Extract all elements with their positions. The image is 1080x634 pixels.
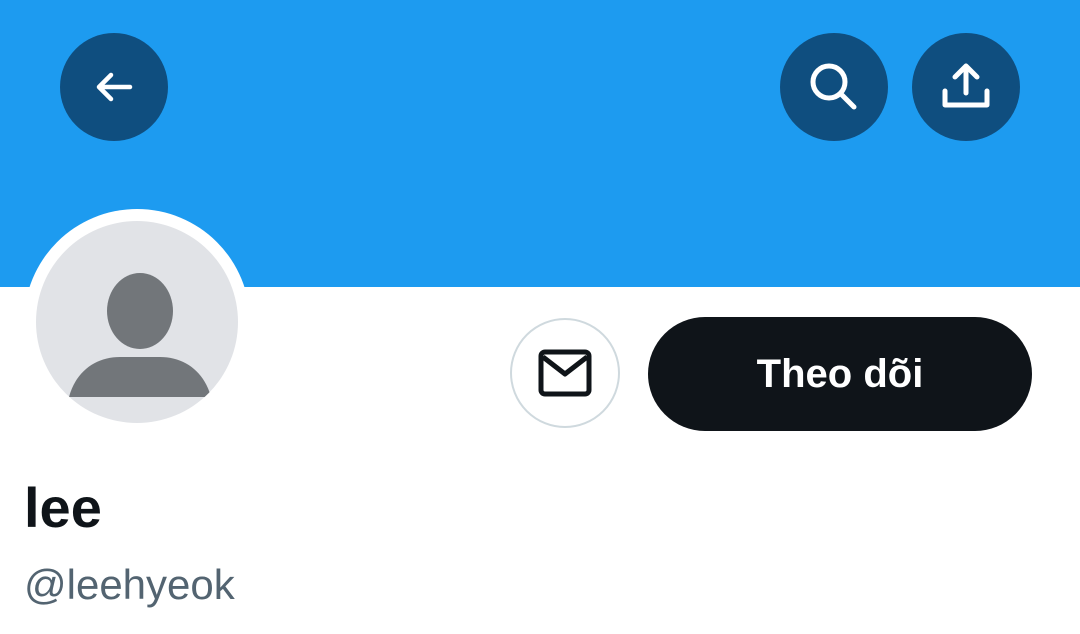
follow-button[interactable]: Theo dõi <box>648 317 1032 431</box>
search-button[interactable] <box>780 33 888 141</box>
profile-page: Theo dõi lee @leehyeok <box>0 0 1080 634</box>
search-icon <box>810 63 857 110</box>
default-avatar-icon <box>69 273 211 397</box>
envelope-icon <box>538 349 592 397</box>
share-upload-icon <box>942 63 990 108</box>
share-button[interactable] <box>912 33 1020 141</box>
avatar[interactable] <box>36 221 238 423</box>
arrow-left-icon <box>96 72 133 102</box>
display-name: lee <box>24 476 102 539</box>
back-button[interactable] <box>60 33 168 141</box>
user-handle: @leehyeok <box>24 561 235 608</box>
message-button[interactable] <box>510 318 620 428</box>
